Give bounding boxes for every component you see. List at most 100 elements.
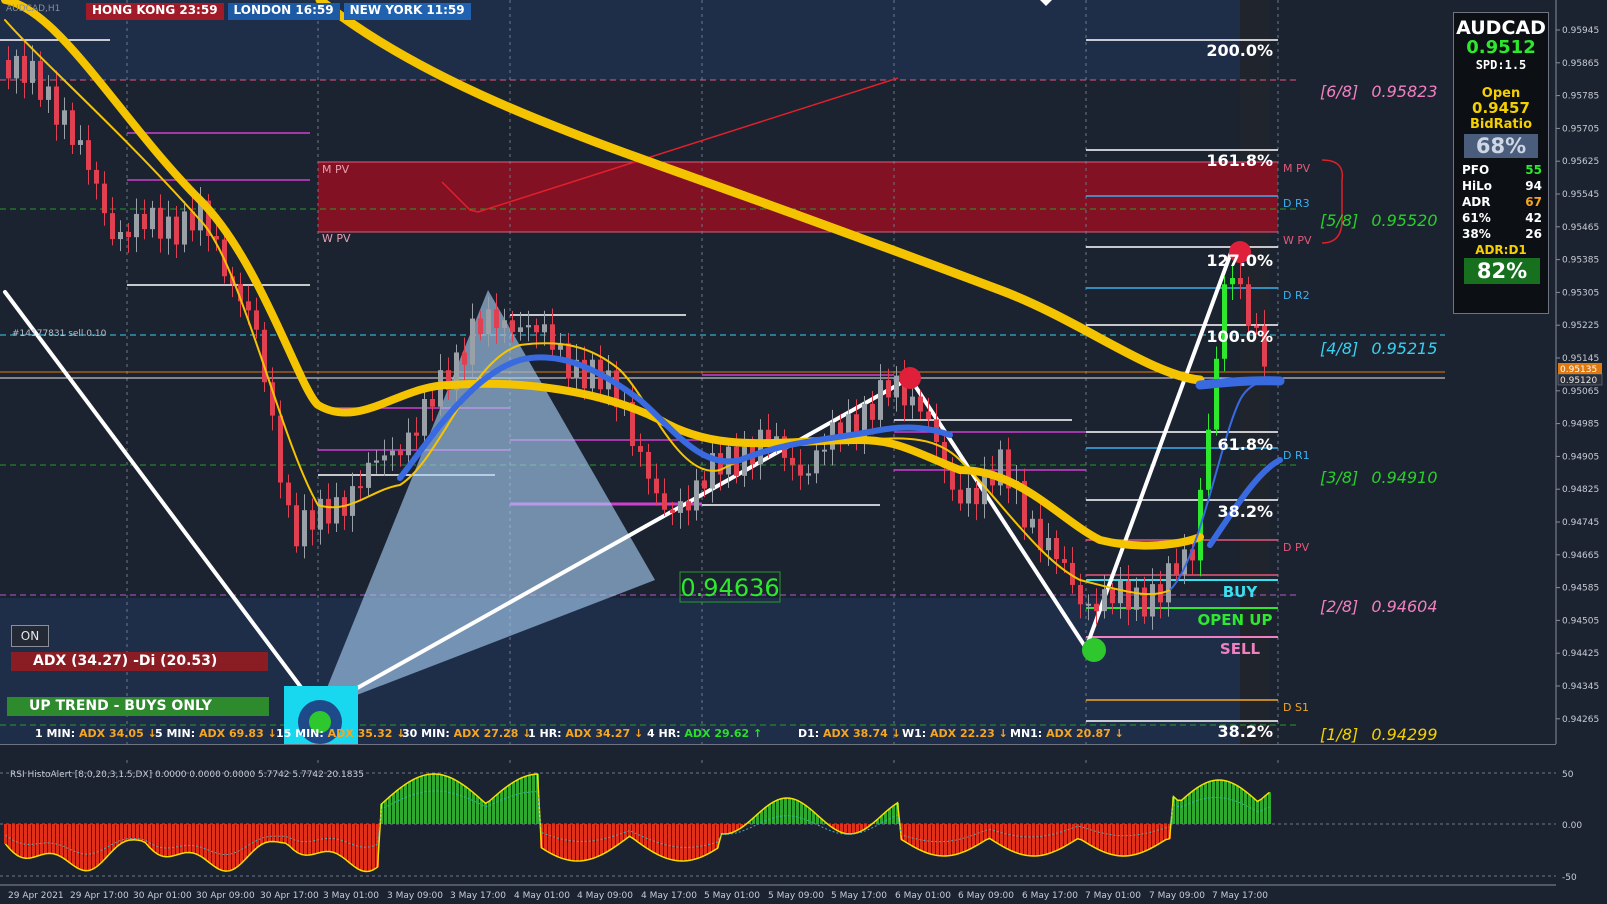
histogram-bar bbox=[96, 824, 99, 867]
histogram-bar bbox=[692, 824, 695, 860]
pivot-label-d-s1: D S1 bbox=[1283, 701, 1309, 714]
on-toggle-button[interactable]: ON bbox=[11, 625, 49, 647]
histogram-bar bbox=[564, 824, 567, 860]
histogram-bar bbox=[1244, 791, 1247, 824]
panel-spread: SPD:1.5 bbox=[1475, 58, 1527, 72]
adx-tf-label: 1 MIN: bbox=[35, 727, 76, 740]
histogram-bar bbox=[808, 808, 811, 824]
time-axis-label: 5 May 09:00 bbox=[768, 891, 824, 901]
adx-value: ADX 22.23 bbox=[930, 727, 995, 740]
histogram-bar bbox=[404, 784, 407, 824]
histogram-bar bbox=[212, 824, 215, 866]
adx-value: ADX 35.32 bbox=[327, 727, 393, 740]
histogram-bar bbox=[1120, 824, 1123, 856]
sub-axis-label: 0.00 bbox=[1562, 821, 1582, 831]
histogram-bar bbox=[472, 792, 475, 824]
price-axis-label: 0.94265 bbox=[1562, 715, 1599, 725]
histogram-bar bbox=[672, 824, 675, 861]
histogram-bar bbox=[132, 824, 135, 840]
time-axis-label: 6 May 01:00 bbox=[895, 891, 951, 901]
candle-body bbox=[422, 398, 427, 436]
candle-body bbox=[326, 498, 331, 524]
histogram-bar bbox=[780, 798, 783, 824]
stat-label: 61% bbox=[1462, 211, 1491, 225]
murrey-price: 0.94910 bbox=[1371, 468, 1437, 487]
candle-body bbox=[678, 501, 683, 513]
histogram-bar bbox=[300, 824, 303, 855]
adx-tf-label: 4 HR: bbox=[647, 727, 681, 740]
histogram-bar bbox=[680, 824, 683, 861]
price-axis-label: 0.95225 bbox=[1562, 321, 1599, 331]
histogram-bar bbox=[1036, 824, 1039, 856]
histogram-bar bbox=[400, 787, 403, 824]
candle-body bbox=[94, 169, 99, 184]
histogram-bar bbox=[888, 808, 891, 824]
candle-body bbox=[406, 432, 411, 456]
time-axis-label: 5 May 01:00 bbox=[704, 891, 760, 901]
histogram-bar bbox=[1092, 824, 1095, 847]
candle-body bbox=[102, 183, 107, 214]
histogram-bar bbox=[276, 824, 279, 842]
histogram-bar bbox=[940, 824, 943, 856]
candle-body bbox=[646, 451, 651, 479]
candle-body bbox=[1030, 518, 1035, 528]
adx-tf-label: 30 MIN: bbox=[402, 727, 450, 740]
histogram-bar bbox=[232, 824, 235, 870]
candle-body bbox=[398, 450, 403, 456]
swing-high-marker bbox=[899, 367, 921, 389]
candle-body bbox=[46, 86, 51, 100]
candle-body bbox=[86, 140, 91, 170]
histogram-bar bbox=[916, 824, 919, 849]
histogram-bar bbox=[972, 824, 975, 848]
histogram-bar bbox=[556, 824, 559, 857]
histogram-bar bbox=[700, 824, 703, 857]
histogram-bar bbox=[784, 798, 787, 824]
candle-body bbox=[694, 480, 699, 511]
histogram-bar bbox=[1140, 824, 1143, 853]
histogram-bar bbox=[272, 824, 275, 842]
histogram-bar bbox=[296, 824, 299, 853]
candle-body bbox=[110, 213, 115, 240]
order-label: #14177831 sell 0.10 bbox=[12, 329, 107, 339]
pivot-label-d-pv: D PV bbox=[1283, 541, 1310, 554]
candle-body bbox=[518, 327, 523, 333]
adx-value: ADX 34.27 bbox=[565, 727, 631, 740]
histogram-bar bbox=[1048, 824, 1051, 854]
murrey-label: [2/8] bbox=[1320, 597, 1358, 616]
adx-item-1h: 1 HR: ADX 34.27 ↓ bbox=[528, 727, 643, 740]
murrey-label: [6/8] bbox=[1320, 82, 1358, 101]
fib-label: 100.0% bbox=[1206, 327, 1273, 346]
histogram-bar bbox=[944, 824, 947, 856]
murrey-price: 0.95215 bbox=[1371, 339, 1437, 358]
histogram-bar bbox=[544, 824, 547, 851]
histogram-bar bbox=[1016, 824, 1019, 854]
candle-body bbox=[878, 380, 883, 420]
histogram-bar bbox=[164, 824, 167, 857]
svg-text:[2/8] 0.94604: [2/8] 0.94604 bbox=[1320, 597, 1438, 616]
candle-body bbox=[1230, 278, 1235, 285]
price-axis-label: 0.94345 bbox=[1562, 682, 1599, 692]
adx-item-15m: 15 MIN: ADX 35.32 ↓ bbox=[276, 727, 405, 740]
histogram-bar bbox=[1096, 824, 1099, 850]
histogram-bar bbox=[28, 824, 31, 859]
price-axis-label: 0.95305 bbox=[1562, 288, 1599, 298]
histogram-bar bbox=[76, 824, 79, 869]
histogram-bar bbox=[1056, 824, 1059, 851]
histogram-bar bbox=[804, 805, 807, 824]
main-chart[interactable]: M PV W PV 0.94636 #14177831 sell 0.10 20… bbox=[0, 0, 1607, 904]
histogram-bar bbox=[100, 824, 103, 863]
candle-body bbox=[182, 211, 187, 245]
histogram-bar bbox=[368, 824, 371, 872]
adx-value: ADX 69.83 bbox=[198, 727, 264, 740]
candle-body bbox=[118, 232, 123, 240]
histogram-bar bbox=[656, 824, 659, 855]
panel-adr-value: 82% bbox=[1464, 258, 1540, 284]
time-axis-label: 3 May 01:00 bbox=[323, 891, 379, 901]
histogram-bar bbox=[776, 799, 779, 824]
histogram-bar bbox=[800, 802, 803, 824]
candle-body bbox=[542, 324, 547, 333]
histogram-bar bbox=[1252, 797, 1255, 824]
svg-text:[6/8] 0.95823: [6/8] 0.95823 bbox=[1320, 82, 1438, 101]
histogram-bar bbox=[908, 824, 911, 845]
pivot-label-d-r3: D R3 bbox=[1283, 197, 1310, 210]
